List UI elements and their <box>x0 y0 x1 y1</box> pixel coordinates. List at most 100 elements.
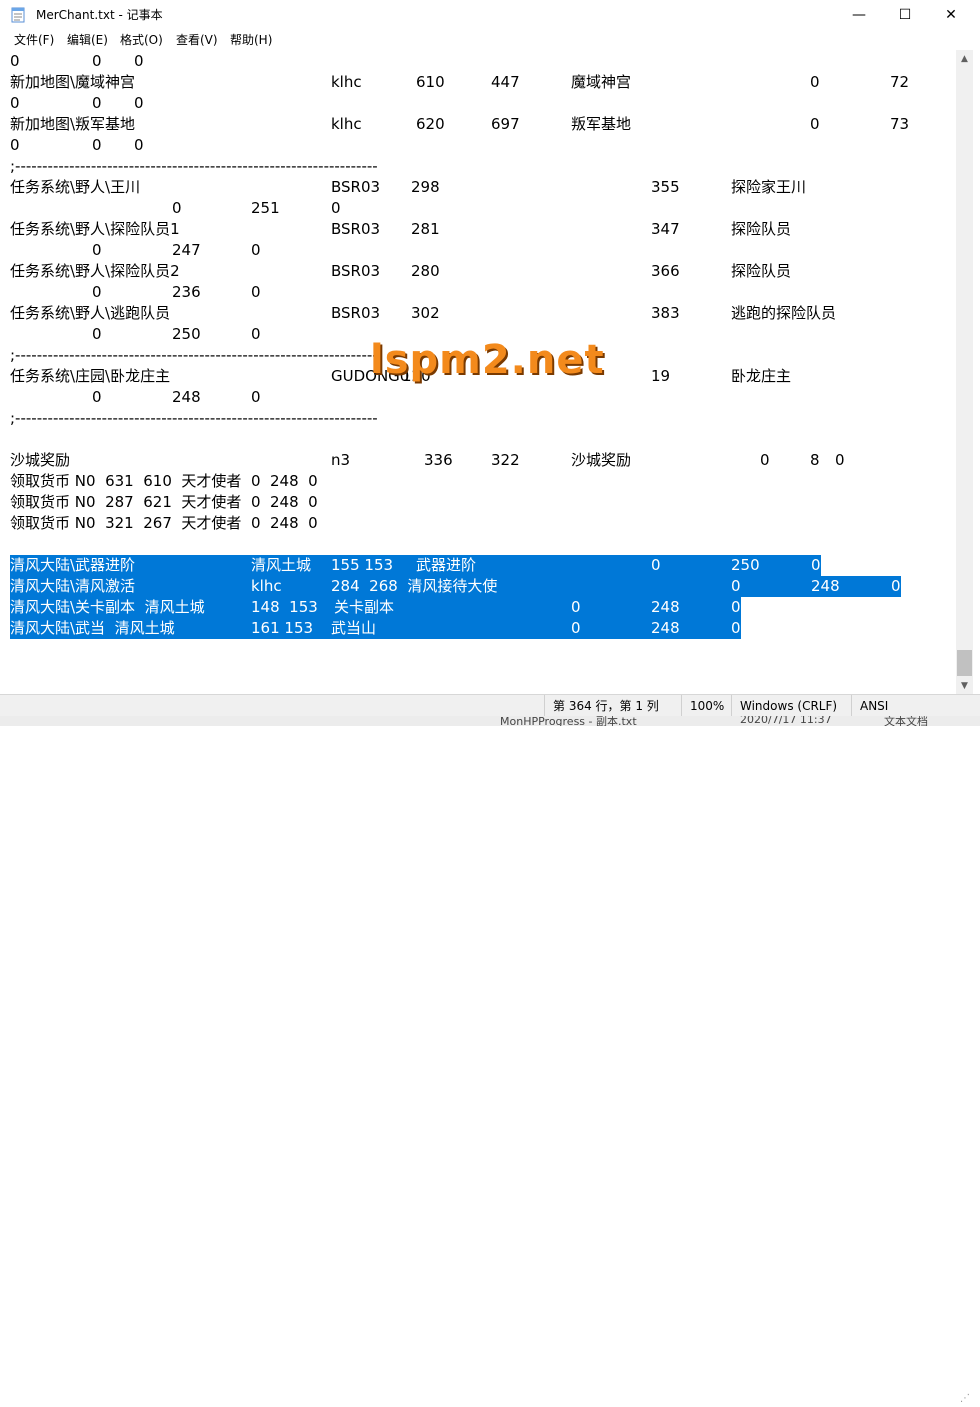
text-line[interactable]: 0 0 0 <box>0 93 956 114</box>
selected-text-line[interactable]: 清风大陆\关卡副本 清风土城 148 153 关卡副本 0 248 0 <box>0 597 956 618</box>
text-token: 0 <box>251 388 261 406</box>
scroll-up-arrow-icon[interactable]: ▲ <box>956 50 973 67</box>
text-line[interactable]: 领取货币 N0 631 610 天才使者 0 248 0 <box>0 471 956 492</box>
text-token: 0 <box>92 52 102 70</box>
text-token: 0 <box>571 618 581 639</box>
text-line[interactable]: 0 0 0 <box>0 51 956 72</box>
text-token: klhc <box>331 73 362 91</box>
text-token: 0 <box>731 597 741 618</box>
menu-edit[interactable]: 编辑(E) <box>67 32 108 48</box>
text-token: 248 <box>811 576 840 597</box>
notepad-window: MerChant.txt - 记事本 — ☐ ✕ 文件(F) 编辑(E) 格式(… <box>0 0 980 1404</box>
text-line[interactable]: 0 251 0 <box>0 198 956 219</box>
text-token: 8 <box>810 451 820 469</box>
text-token: 0 <box>10 94 20 112</box>
selected-text-line[interactable]: 清风大陆\武器进阶 清风土城 155 153 武器进阶 0 250 0 <box>0 555 956 576</box>
text-token: 任务系统\野人\王川 <box>10 178 141 196</box>
text-token: 284 268 清风接待大使 <box>331 576 498 597</box>
text-token: 逃跑的探险队员 <box>731 304 837 322</box>
text-token: 336 <box>424 451 453 469</box>
text-line[interactable]: 新加地图\魔域神宫 klhc 610 447 魔域神宫 0 72 <box>0 72 956 93</box>
text-token: 0 <box>651 555 661 576</box>
text-line[interactable]: 0 248 0 <box>0 387 956 408</box>
text-token: ;---------------------------------------… <box>10 157 378 175</box>
text-token: 383 <box>651 304 680 322</box>
text-token: 0 <box>172 199 182 217</box>
text-line[interactable]: 任务系统\野人\逃跑队员 BSR03 302 383 逃跑的探险队员 <box>0 303 956 324</box>
text-token: 0 <box>811 555 821 576</box>
text-line[interactable]: 任务系统\野人\王川 BSR03 298 355 探险家王川 <box>0 177 956 198</box>
vertical-scrollbar[interactable]: ▲ ▼ <box>956 50 973 694</box>
text-token: 任务系统\野人\逃跑队员 <box>10 304 171 322</box>
text-token: 250 <box>172 325 201 343</box>
text-line[interactable]: 领取货币 N0 321 267 天才使者 0 248 0 <box>0 513 956 534</box>
title-bar[interactable]: MerChant.txt - 记事本 — ☐ ✕ <box>0 0 980 30</box>
text-token: 0 <box>331 199 341 217</box>
text-token: 248 <box>651 597 680 618</box>
text-token: 探险队员 <box>731 220 792 238</box>
text-token: 19 <box>651 367 671 385</box>
menu-view[interactable]: 查看(V) <box>176 32 218 48</box>
text-token: BSR03 <box>331 220 381 238</box>
text-token: 领取货币 N0 287 621 天才使者 0 248 0 <box>10 493 318 511</box>
scroll-thumb[interactable] <box>957 650 972 676</box>
text-token: 248 <box>651 618 680 639</box>
text-token: 155 153 <box>331 555 394 576</box>
text-token: 0 <box>10 136 20 154</box>
text-token: 0 <box>251 283 261 301</box>
text-token: 0 <box>835 451 845 469</box>
text-token: 卧龙庄主 <box>731 367 792 385</box>
text-line[interactable] <box>0 429 956 450</box>
text-token: 0 <box>92 388 102 406</box>
text-token: 281 <box>411 220 440 238</box>
text-line[interactable]: 0 0 0 <box>0 135 956 156</box>
menu-format[interactable]: 格式(O) <box>120 32 163 48</box>
text-token: 347 <box>651 220 680 238</box>
text-token: 清风大陆\清风激活 <box>10 576 136 597</box>
maximize-button[interactable]: ☐ <box>882 0 928 30</box>
text-token: 武器进阶 <box>416 555 477 576</box>
text-token: BSR03 <box>331 262 381 280</box>
maximize-icon: ☐ <box>898 7 912 23</box>
text-line[interactable] <box>0 534 956 555</box>
resize-grip-icon[interactable]: ⋰ <box>960 1393 974 1407</box>
text-token: klhc <box>251 576 282 597</box>
text-token: 任务系统\野人\探险队员2 <box>10 262 180 280</box>
text-token: 任务系统\野人\探险队员1 <box>10 220 180 238</box>
minimize-icon: — <box>852 7 866 23</box>
text-line[interactable]: 新加地图\叛军基地 klhc 620 697 叛军基地 0 73 <box>0 114 956 135</box>
menu-help[interactable]: 帮助(H) <box>230 32 272 48</box>
text-token: 0 <box>251 325 261 343</box>
text-token: 清风大陆\武器进阶 <box>10 555 136 576</box>
text-token: 清风土城 <box>251 555 312 576</box>
text-token: 探险队员 <box>731 262 792 280</box>
status-zoom: 100% <box>681 695 738 717</box>
text-line[interactable]: 领取货币 N0 287 621 天才使者 0 248 0 <box>0 492 956 513</box>
text-line[interactable]: 任务系统\野人\探险队员1 BSR03 281 347 探险队员 <box>0 219 956 240</box>
text-line[interactable]: 沙城奖励 n3 336 322 沙城奖励 0 8 0 <box>0 450 956 471</box>
text-token: 447 <box>491 73 520 91</box>
text-line[interactable]: 任务系统\野人\探险队员2 BSR03 280 366 探险队员 <box>0 261 956 282</box>
selected-text-line[interactable]: 清风大陆\武当 清风土城 161 153 武当山 0 248 0 <box>0 618 956 639</box>
text-token: 0 <box>810 73 820 91</box>
text-token: 0 <box>92 94 102 112</box>
text-line[interactable]: ;---------------------------------------… <box>0 408 956 429</box>
text-token: 0 <box>92 136 102 154</box>
text-token: 领取货币 N0 631 610 天才使者 0 248 0 <box>10 472 318 490</box>
text-line[interactable]: 0 247 0 <box>0 240 956 261</box>
status-cursor-position: 第 364 行，第 1 列 <box>544 695 687 717</box>
menu-file[interactable]: 文件(F) <box>14 32 54 48</box>
selected-text-line[interactable]: 清风大陆\清风激活 klhc 284 268 清风接待大使 0 248 0 <box>0 576 956 597</box>
text-token: 清风大陆\武当 清风土城 <box>10 618 175 639</box>
text-line[interactable]: 0 236 0 <box>0 282 956 303</box>
close-icon: ✕ <box>945 7 957 23</box>
close-button[interactable]: ✕ <box>928 0 974 30</box>
text-token: 清风大陆\关卡副本 清风土城 <box>10 597 205 618</box>
minimize-button[interactable]: — <box>836 0 882 30</box>
peek-file-name: MonHPProgress - 副本.txt <box>500 716 637 726</box>
text-token: 0 <box>891 576 901 597</box>
text-line[interactable]: ;---------------------------------------… <box>0 156 956 177</box>
scroll-down-arrow-icon[interactable]: ▼ <box>956 677 973 694</box>
text-token: 0 <box>731 576 741 597</box>
text-token: 0 <box>810 115 820 133</box>
